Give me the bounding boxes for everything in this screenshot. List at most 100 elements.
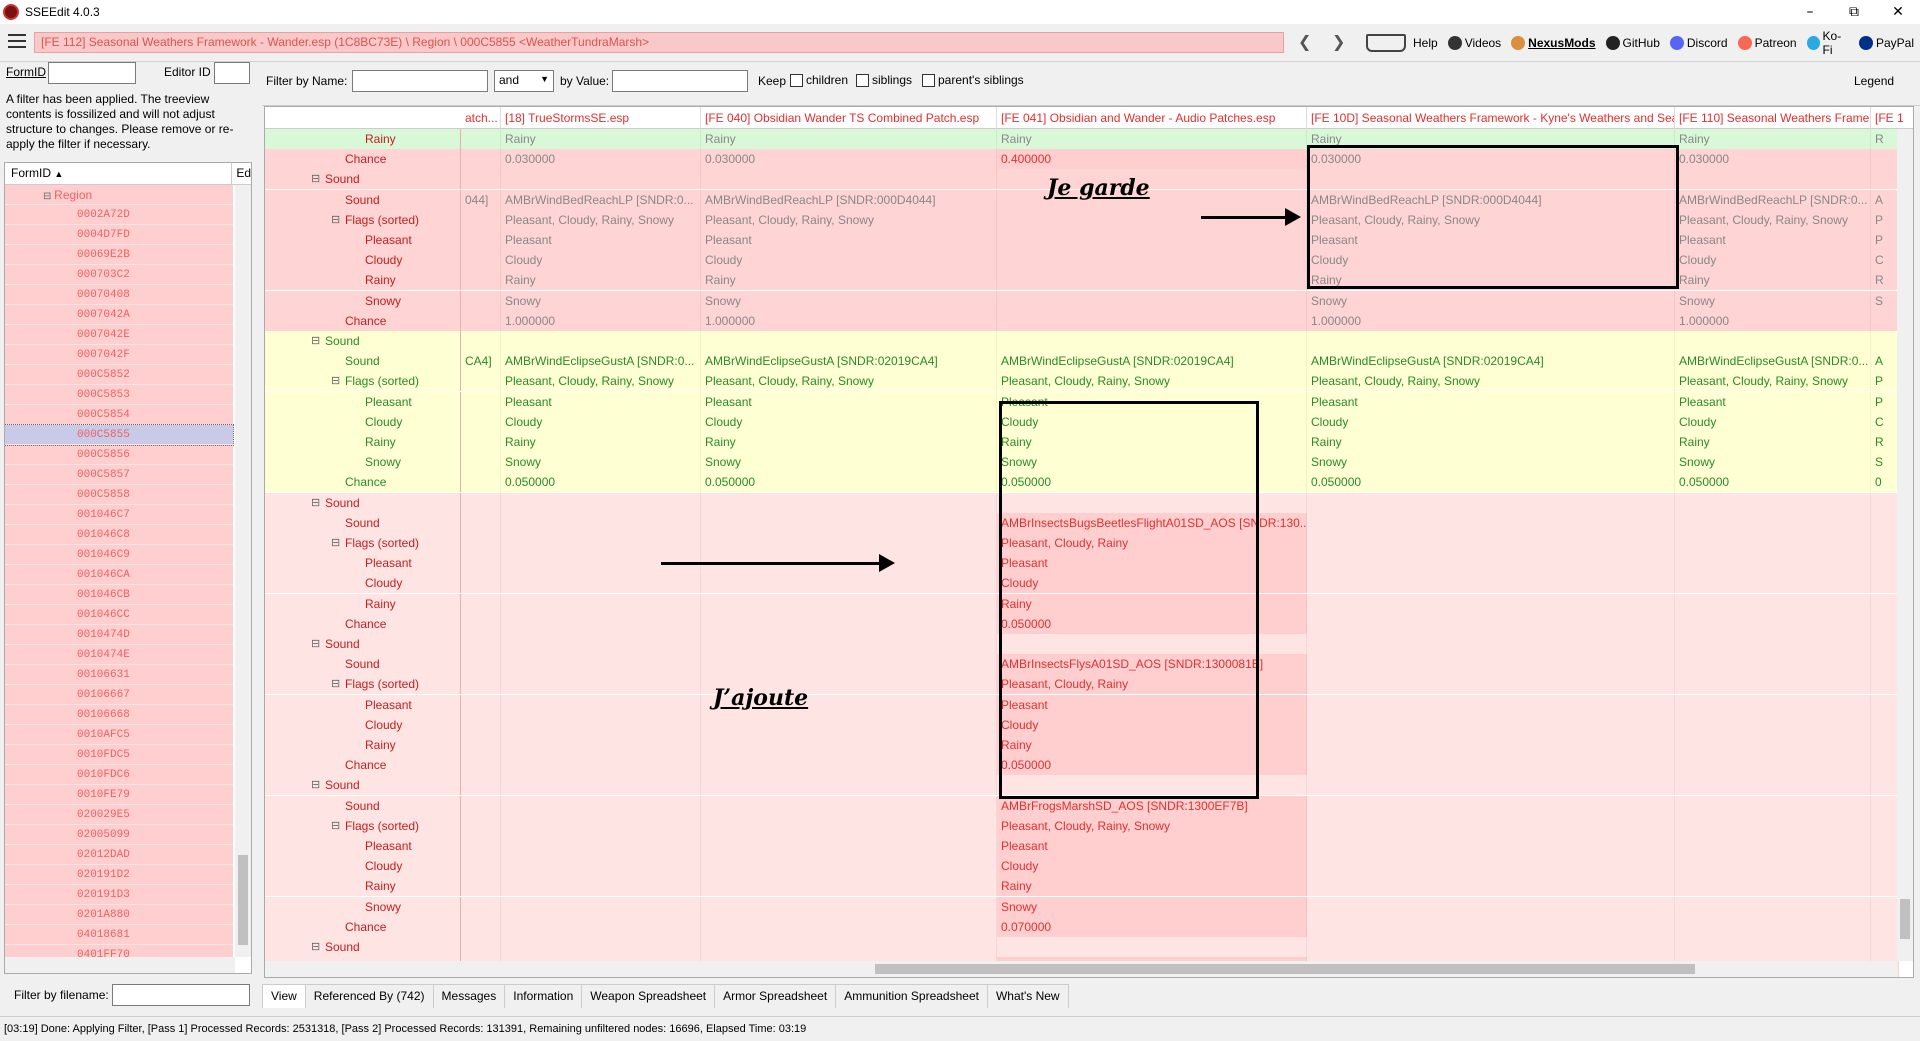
grid-cell[interactable] [461,553,501,574]
record-path-bar[interactable]: [FE 112] Seasonal Weathers Framework - W… [34,32,1284,53]
tree-item[interactable]: 02005099 [5,825,233,845]
link-patreon[interactable]: Patreon [1737,36,1797,50]
grid-cell[interactable]: Snowy [1307,290,1675,311]
tree-item[interactable]: 001046CB [5,585,233,605]
grid-cell[interactable] [1871,735,1899,755]
grid-cell[interactable] [1675,654,1871,675]
minimize-button[interactable]: – [1788,0,1832,24]
grid-cell[interactable] [997,250,1307,271]
grid-cell[interactable] [461,916,501,937]
back-arrow-icon[interactable]: ❮ [1298,32,1311,51]
grid-cell[interactable]: Snowy [1307,452,1675,473]
grid-cell[interactable] [461,209,501,230]
grid-cell[interactable] [501,533,701,553]
tab-information[interactable]: Information [504,984,583,1008]
tab-referenced-by-742-[interactable]: Referenced By (742) [304,984,434,1008]
grid-cell[interactable] [1307,815,1675,836]
grid-cell[interactable] [461,634,501,654]
grid-cell[interactable]: S [1871,452,1899,473]
grid-cell[interactable] [1675,533,1871,553]
grid-cell[interactable]: 0.400000 [997,149,1307,170]
grid-cell[interactable] [701,169,997,190]
grid-cell[interactable]: S [1871,290,1899,311]
grid-cell[interactable] [501,876,701,897]
grid-cell[interactable] [1675,553,1871,574]
grid-cell[interactable] [997,169,1307,190]
grid-cell[interactable] [461,613,501,634]
grid-cell[interactable] [501,896,701,917]
tree-item[interactable]: 001046CC [5,605,233,625]
forward-arrow-icon[interactable]: ❯ [1332,32,1345,51]
grid-cell[interactable]: C [1871,250,1899,271]
grid-cell[interactable]: Pleasant, Cloudy, Rainy, Snowy [1675,371,1871,392]
grid-cell[interactable]: Cloudy [501,250,701,271]
column-header[interactable]: atch... [461,107,501,129]
grid-row[interactable]: Snowy Snowy [265,896,1899,917]
grid-cell[interactable] [1871,573,1899,594]
grid-cell[interactable] [1307,654,1675,675]
keep-children-checkbox[interactable]: children [790,73,848,88]
tree-item[interactable]: 000C5856 [5,445,233,465]
grid-cell[interactable] [1307,836,1675,856]
grid-cell[interactable]: Snowy [1675,290,1871,311]
grid-cell[interactable] [1307,553,1675,574]
grid-cell[interactable] [461,533,501,553]
grid-row[interactable]: Snowy Snowy Snowy Snowy Snowy S [265,290,1899,311]
grid-cell[interactable] [501,714,701,735]
tree-item[interactable]: 0007042A [5,305,233,325]
grid-cell[interactable]: AMBrWindBedReachLP [SNDR:000D4044] [701,189,997,210]
grid-cell[interactable] [1871,795,1899,816]
tree-header-editorid[interactable]: Ed [232,163,251,184]
grid-cell[interactable] [701,634,997,654]
grid-cell[interactable] [701,714,997,735]
grid-cell[interactable] [501,573,701,594]
grid-cell[interactable]: 1.000000 [1307,310,1675,331]
grid-cell[interactable]: P [1871,209,1899,230]
grid-cell[interactable]: P [1871,371,1899,392]
grid-cell[interactable] [461,775,501,796]
grid-cell[interactable] [501,613,701,634]
grid-cell[interactable] [1307,533,1675,553]
tree-item[interactable]: 00106631 [5,665,233,685]
grid-cell[interactable]: Rainy [501,129,701,149]
tree-item[interactable]: 000C5853 [5,385,233,405]
link-videos[interactable]: Videos [1447,36,1501,50]
grid-cell[interactable] [1675,613,1871,634]
grid-cell[interactable] [997,209,1307,230]
grid-cell[interactable]: AMBrWindEclipseGustA [SNDR:02019CA4] [997,351,1307,372]
grid-cell[interactable] [1871,856,1899,877]
grid-cell[interactable]: Rainy [501,270,701,291]
grid-cell[interactable]: Pleasant, Cloudy, Rainy, Snowy [1307,371,1675,392]
grid-cell[interactable] [701,896,997,917]
tree-item[interactable]: 04018681 [5,925,233,945]
grid-cell[interactable] [701,512,997,533]
grid-cell[interactable] [1675,634,1871,654]
link-ko-fi[interactable]: Ko-Fi [1806,29,1849,57]
grid-cell[interactable] [701,492,997,513]
tree-item[interactable]: 000C5854 [5,405,233,425]
grid-cell[interactable] [461,310,501,331]
grid-cell[interactable] [461,331,501,351]
tree-item[interactable]: 020029E5 [5,805,233,825]
grid-cell[interactable] [461,472,501,493]
grid-cell[interactable]: Cloudy [701,250,997,271]
grid-cell[interactable] [461,290,501,311]
grid-cell[interactable]: 0.050000 [701,472,997,493]
grid-cell[interactable]: Snowy [1675,452,1871,473]
record-tree[interactable]: FormID ▲ Ed ⊟ Region 0002A72D 0004D7FD 000… [4,162,252,974]
grid-cell[interactable] [997,290,1307,311]
grid-cell[interactable]: 0.050000 [1307,472,1675,493]
tree-item[interactable]: 0002A72D [5,205,233,225]
grid-cell[interactable]: P [1871,391,1899,412]
grid-cell[interactable] [501,512,701,533]
grid-cell[interactable]: 1.000000 [701,310,997,331]
grid-cell[interactable] [461,815,501,836]
grid-cell[interactable] [1307,331,1675,351]
grid-cell[interactable]: Rainy [1675,270,1871,291]
grid-cell[interactable] [461,714,501,735]
grid-cell[interactable] [461,755,501,776]
grid-cell[interactable] [1307,916,1675,937]
grid-cell[interactable] [1871,916,1899,937]
grid-cell[interactable] [1307,674,1675,695]
grid-cell[interactable] [1871,553,1899,574]
